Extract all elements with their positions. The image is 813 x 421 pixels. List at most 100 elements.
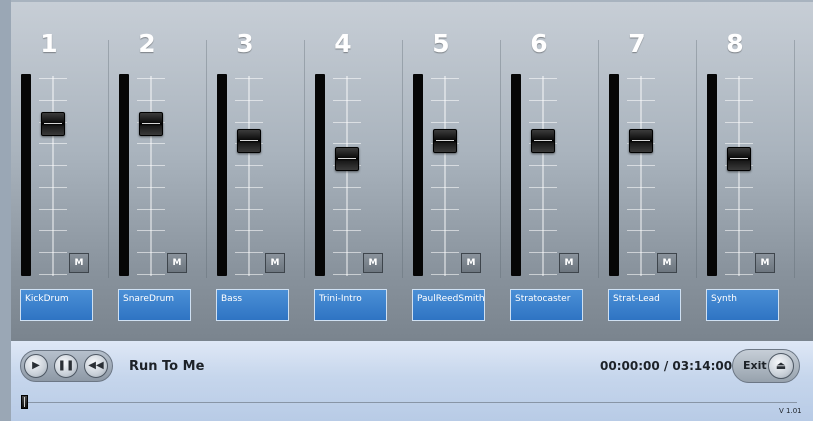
fader-tick xyxy=(529,230,557,231)
play-button[interactable]: ▶ xyxy=(24,354,48,378)
fader-tick xyxy=(725,274,753,275)
level-meter xyxy=(511,74,521,276)
pause-icon: ❚❚ xyxy=(57,360,75,371)
transport-bar: ▶ ❚❚ ◀◀ Run To Me 00:00:00 / 03:14:00 Ex… xyxy=(11,341,813,421)
fader-tick xyxy=(333,187,361,188)
volume-fader-track[interactable] xyxy=(529,76,557,276)
fader-tick xyxy=(235,78,263,79)
fader-tick xyxy=(333,143,361,144)
channel-number: 5 xyxy=(432,29,450,58)
channel-strip: 6 M Stratocaster xyxy=(501,2,599,341)
channel-divider xyxy=(794,40,795,278)
fader-tick xyxy=(235,187,263,188)
track-name-field[interactable]: Stratocaster xyxy=(510,289,583,321)
fader-tick xyxy=(627,274,655,275)
volume-fader-knob[interactable] xyxy=(531,129,555,153)
fader-tick xyxy=(235,100,263,101)
volume-fader-track[interactable] xyxy=(137,76,165,276)
level-meter xyxy=(707,74,717,276)
progress-track[interactable] xyxy=(21,402,797,403)
fader-tick xyxy=(529,187,557,188)
level-meter xyxy=(21,74,31,276)
fader-tick xyxy=(627,100,655,101)
fader-tick xyxy=(137,209,165,210)
fader-tick xyxy=(529,209,557,210)
mute-button[interactable]: M xyxy=(559,253,579,273)
volume-fader-track[interactable] xyxy=(39,76,67,276)
mute-button[interactable]: M xyxy=(363,253,383,273)
channel-number: 2 xyxy=(138,29,156,58)
track-name-field[interactable]: Strat-Lead xyxy=(608,289,681,321)
track-name-field[interactable]: SnareDrum xyxy=(118,289,191,321)
progress-slider-thumb[interactable] xyxy=(21,395,28,409)
fader-center-line xyxy=(542,76,544,276)
fader-tick xyxy=(333,274,361,275)
track-name-field[interactable]: Trini-Intro xyxy=(314,289,387,321)
fader-tick xyxy=(431,187,459,188)
fader-tick xyxy=(431,165,459,166)
fader-tick xyxy=(137,100,165,101)
level-meter xyxy=(119,74,129,276)
volume-fader-track[interactable] xyxy=(333,76,361,276)
fader-tick xyxy=(235,252,263,253)
volume-fader-knob[interactable] xyxy=(727,147,751,171)
exit-control: Exit ⏏ xyxy=(732,349,800,383)
mute-button[interactable]: M xyxy=(657,253,677,273)
volume-fader-knob[interactable] xyxy=(41,112,65,136)
volume-fader-track[interactable] xyxy=(725,76,753,276)
channel-strip: 7 M Strat-Lead xyxy=(599,2,697,341)
fader-tick xyxy=(431,122,459,123)
fader-tick xyxy=(725,252,753,253)
fader-tick xyxy=(627,187,655,188)
channel-number: 4 xyxy=(334,29,352,58)
volume-fader-knob[interactable] xyxy=(139,112,163,136)
time-display: 00:00:00 / 03:14:00 xyxy=(600,359,733,373)
mute-button[interactable]: M xyxy=(265,253,285,273)
fader-center-line xyxy=(346,76,348,276)
volume-fader-knob[interactable] xyxy=(629,129,653,153)
volume-fader-track[interactable] xyxy=(235,76,263,276)
volume-fader-knob[interactable] xyxy=(335,147,359,171)
fader-center-line xyxy=(444,76,446,276)
pause-button[interactable]: ❚❚ xyxy=(54,354,78,378)
fader-tick xyxy=(39,274,67,275)
channel-strip: 1 M KickDrum xyxy=(11,2,109,341)
mixer-app: 1 M KickDrum 2 M SnareDrum 3 M Bass 4 M Trini-Intro… xyxy=(0,0,813,421)
level-meter xyxy=(609,74,619,276)
fader-tick xyxy=(431,274,459,275)
fader-tick xyxy=(333,252,361,253)
exit-button[interactable]: ⏏ xyxy=(768,353,794,379)
volume-fader-knob[interactable] xyxy=(237,129,261,153)
channel-number: 8 xyxy=(726,29,744,58)
fader-tick xyxy=(39,252,67,253)
fader-tick xyxy=(627,78,655,79)
mute-button[interactable]: M xyxy=(69,253,89,273)
fader-tick xyxy=(235,209,263,210)
track-name-field[interactable]: KickDrum xyxy=(20,289,93,321)
track-name-field[interactable]: Bass xyxy=(216,289,289,321)
mute-button[interactable]: M xyxy=(167,253,187,273)
volume-fader-track[interactable] xyxy=(627,76,655,276)
level-meter xyxy=(413,74,423,276)
mute-button[interactable]: M xyxy=(461,253,481,273)
fader-tick xyxy=(431,209,459,210)
mute-button[interactable]: M xyxy=(755,253,775,273)
volume-fader-track[interactable] xyxy=(431,76,459,276)
fader-tick xyxy=(137,230,165,231)
fader-tick xyxy=(137,78,165,79)
volume-fader-knob[interactable] xyxy=(433,129,457,153)
fader-tick xyxy=(627,165,655,166)
fader-tick xyxy=(529,78,557,79)
fader-tick xyxy=(137,143,165,144)
track-name-field[interactable]: Synth xyxy=(706,289,779,321)
fader-tick xyxy=(725,230,753,231)
fader-tick xyxy=(627,230,655,231)
track-name-field[interactable]: PaulReedSmith xyxy=(412,289,485,321)
channel-number: 3 xyxy=(236,29,254,58)
level-meter xyxy=(315,74,325,276)
channel-strip: 2 M SnareDrum xyxy=(109,2,207,341)
fader-tick xyxy=(627,252,655,253)
rewind-button[interactable]: ◀◀ xyxy=(84,354,108,378)
fader-tick xyxy=(39,187,67,188)
fader-tick xyxy=(529,122,557,123)
